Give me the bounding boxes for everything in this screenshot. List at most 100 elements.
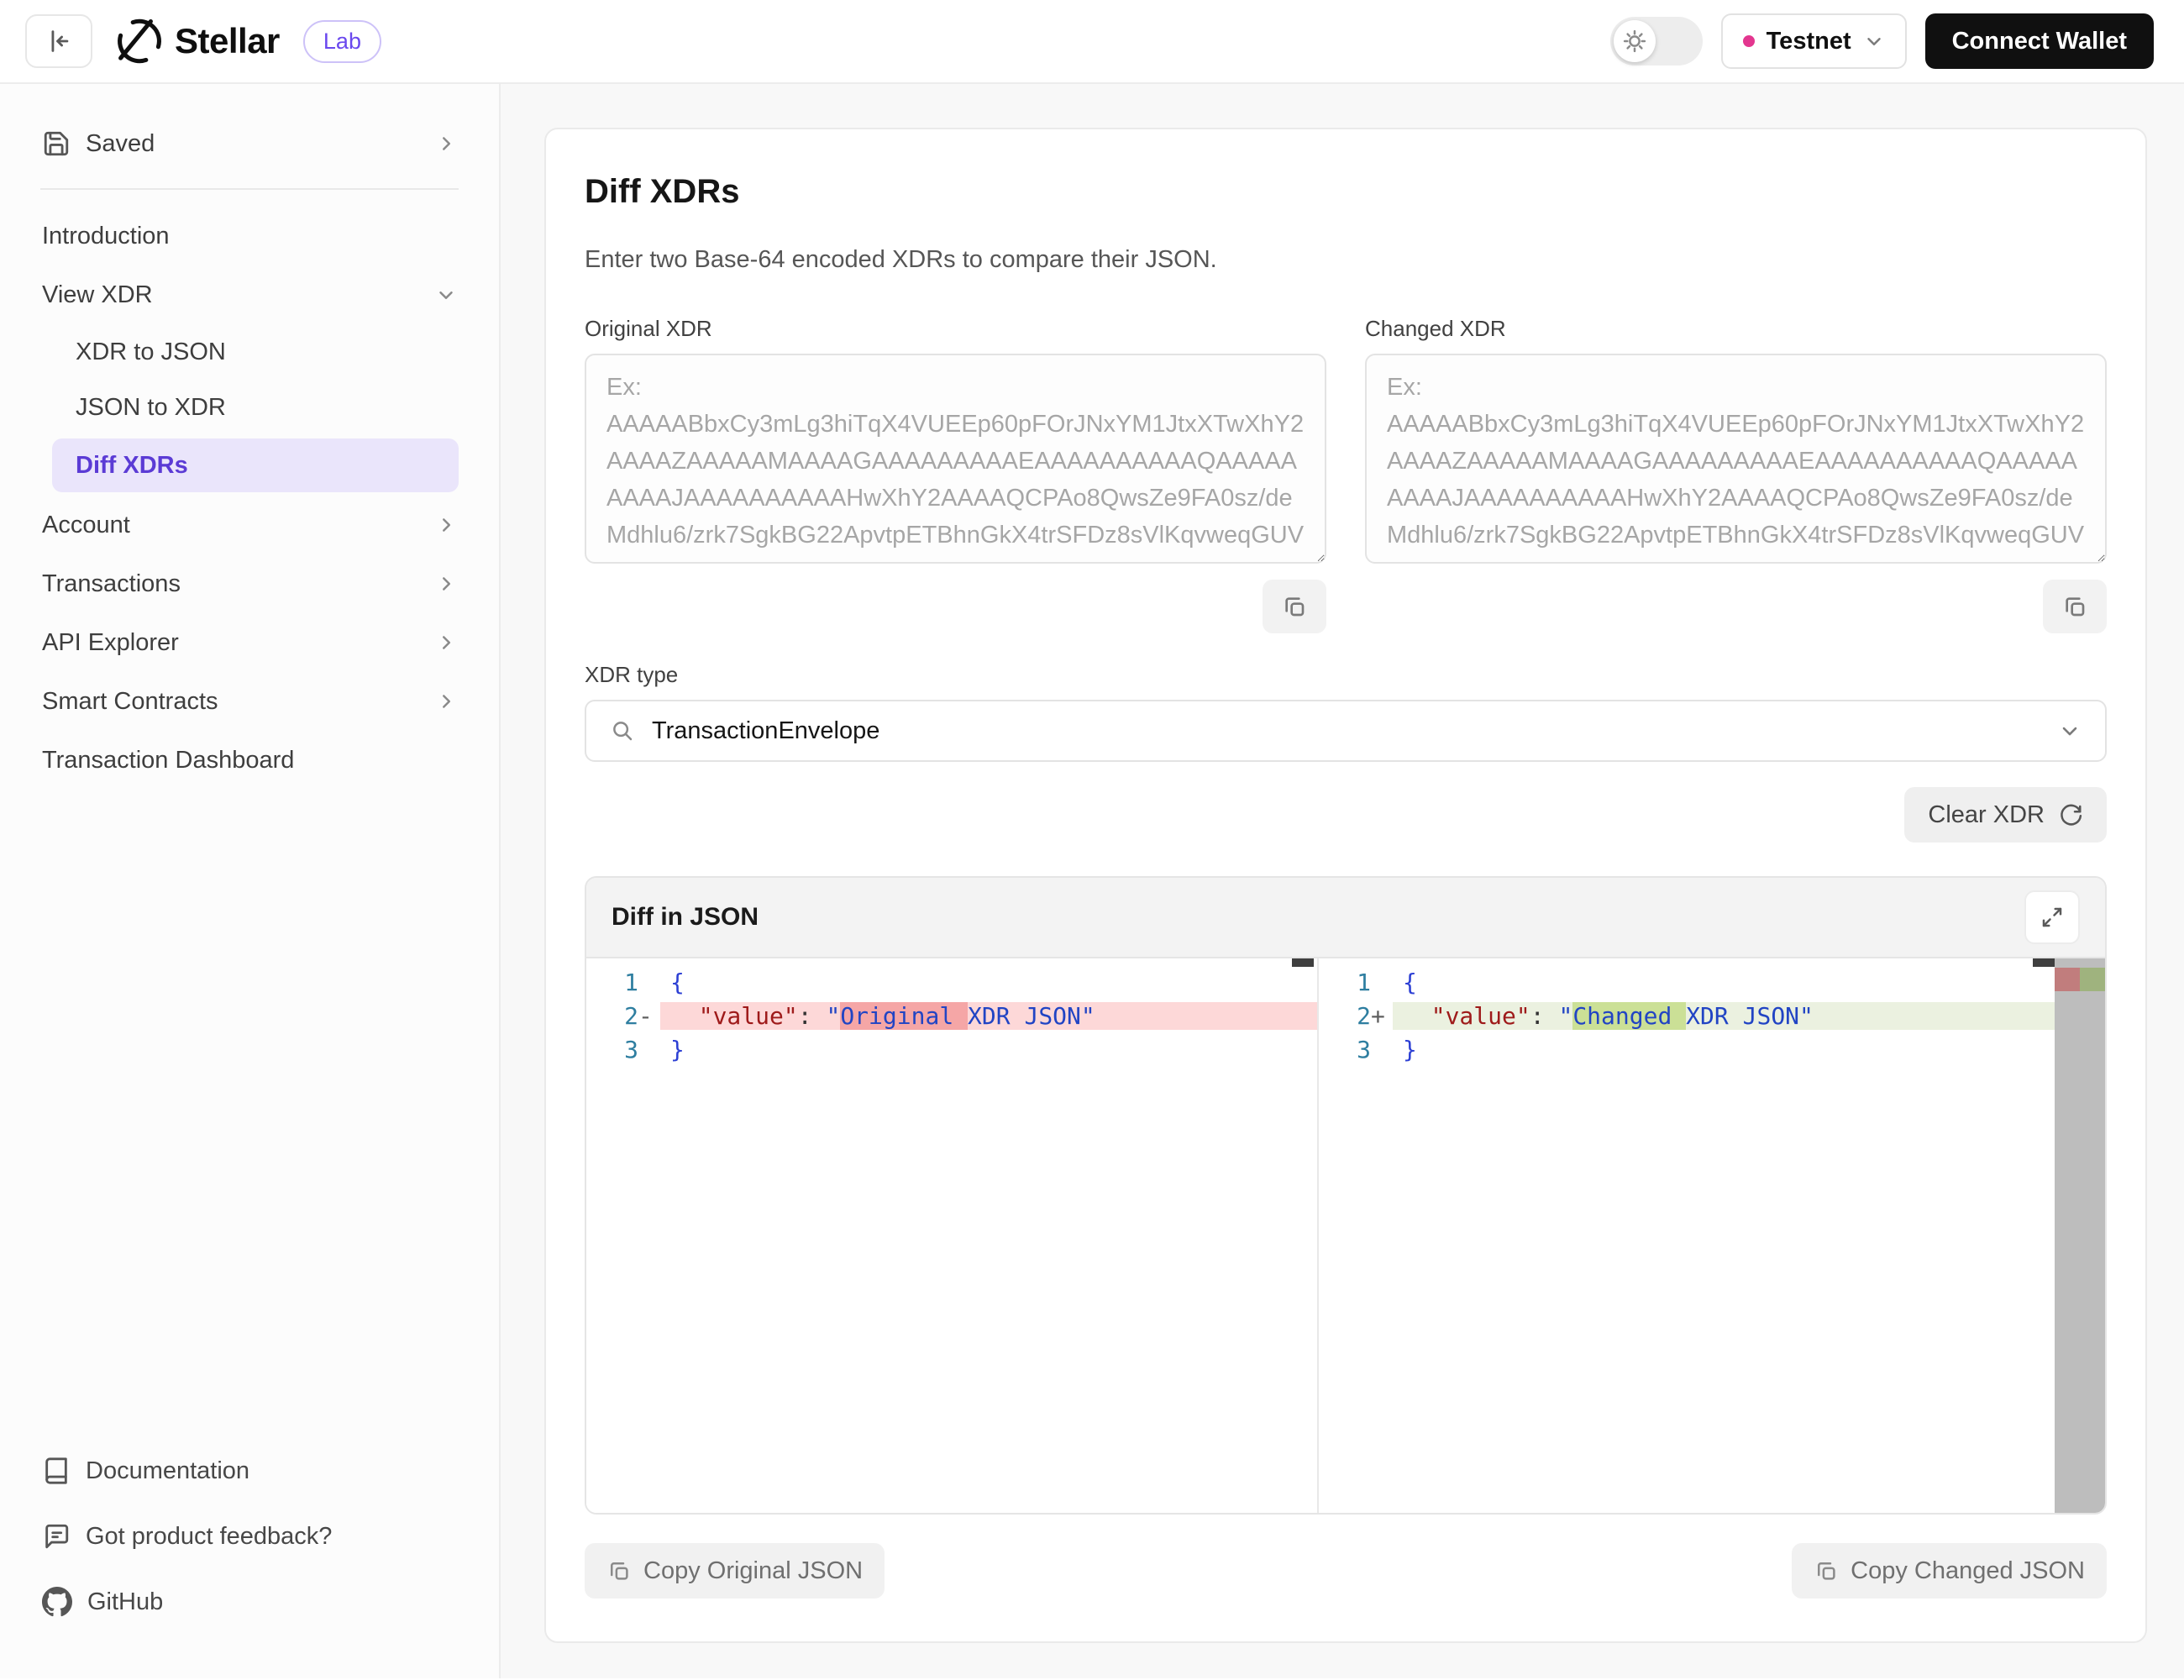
theme-toggle[interactable] xyxy=(1610,17,1703,66)
diff-pane-original: 1 { 2- "value": "Original XDR JSON" 3 } xyxy=(586,958,1319,1513)
sidebar-item-label: Transactions xyxy=(42,570,181,598)
stellar-logo[interactable]: Stellar xyxy=(116,18,280,65)
diff-line-added: 2+ "value": "Changed XDR JSON" xyxy=(1319,999,2055,1032)
expand-diff-button[interactable] xyxy=(2024,890,2080,944)
scrollbar-thumb[interactable] xyxy=(1292,958,1314,967)
sidebar-item-label: Smart Contracts xyxy=(42,688,218,716)
chevron-right-icon xyxy=(435,690,457,712)
scrollbar-thumb[interactable] xyxy=(2033,958,2055,967)
collapse-sidebar-icon xyxy=(45,27,73,55)
stellar-logo-icon xyxy=(116,18,163,65)
sidebar: Saved Introduction View XDR XDR to JSON xyxy=(0,84,501,1678)
sidebar-item-label: GitHub xyxy=(87,1588,163,1616)
sidebar-item-diff-xdrs[interactable]: Diff XDRs xyxy=(52,438,459,492)
copy-changed-xdr-button[interactable] xyxy=(2043,580,2107,633)
copy-original-xdr-button[interactable] xyxy=(1263,580,1326,633)
sidebar-item-view-xdr[interactable]: View XDR xyxy=(0,265,499,324)
logo-text: Stellar xyxy=(175,21,280,61)
refresh-icon xyxy=(2058,802,2083,827)
sidebar-item-transaction-dashboard[interactable]: Transaction Dashboard xyxy=(0,731,499,790)
sidebar-item-label: Introduction xyxy=(42,223,170,250)
sidebar-item-account[interactable]: Account xyxy=(0,496,499,554)
sidebar-item-label: XDR to JSON xyxy=(76,339,226,366)
connect-wallet-button[interactable]: Connect Wallet xyxy=(1925,13,2154,69)
diff-line: 1 { xyxy=(1319,965,2055,999)
copy-icon xyxy=(1814,1558,1839,1583)
page-title: Diff XDRs xyxy=(585,173,2107,211)
expand-icon xyxy=(2040,905,2065,930)
sidebar-item-label: Documentation xyxy=(86,1457,249,1485)
save-icon xyxy=(42,129,71,158)
copy-original-json-button[interactable]: Copy Original JSON xyxy=(585,1543,885,1599)
diff-line: 1 { xyxy=(586,965,1317,999)
sidebar-item-xdr-to-json[interactable]: XDR to JSON xyxy=(0,324,499,380)
copy-icon xyxy=(1281,593,1308,620)
changed-xdr-label: Changed XDR xyxy=(1365,316,2107,342)
diff-json-panel: Diff in JSON 1 xyxy=(585,876,2107,1515)
xdr-type-select[interactable]: TransactionEnvelope xyxy=(585,700,2107,762)
feedback-bubble-icon xyxy=(42,1522,71,1551)
diff-panel-title: Diff in JSON xyxy=(612,903,759,932)
sidebar-item-label: Saved xyxy=(86,130,155,158)
search-icon xyxy=(610,718,635,743)
changed-xdr-input[interactable] xyxy=(1365,354,2107,564)
collapse-sidebar-button[interactable] xyxy=(25,14,92,68)
app-header: Stellar Lab Testnet Connect Wallet xyxy=(0,0,2184,84)
network-selector[interactable]: Testnet xyxy=(1721,13,1907,69)
sidebar-item-feedback[interactable]: Got product feedback? xyxy=(0,1507,499,1566)
network-status-dot xyxy=(1743,35,1755,47)
chevron-right-icon xyxy=(435,514,457,536)
sidebar-item-transactions[interactable]: Transactions xyxy=(0,554,499,613)
sidebar-item-api-explorer[interactable]: API Explorer xyxy=(0,613,499,672)
diff-line: 3 } xyxy=(1319,1032,2055,1066)
sidebar-item-smart-contracts[interactable]: Smart Contracts xyxy=(0,672,499,731)
sidebar-item-label: API Explorer xyxy=(42,629,179,657)
sidebar-item-label: Got product feedback? xyxy=(86,1523,332,1551)
sidebar-item-label: Diff XDRs xyxy=(76,452,188,480)
diff-line-removed: 2- "value": "Original XDR JSON" xyxy=(586,999,1317,1032)
copy-icon xyxy=(2061,593,2088,620)
chevron-right-icon xyxy=(435,133,457,155)
copy-icon xyxy=(606,1558,632,1583)
diff-pane-changed: 1 { 2+ "value": "Changed XDR JSON" 3 } xyxy=(1319,958,2055,1513)
sidebar-item-label: JSON to XDR xyxy=(76,394,226,422)
chevron-right-icon xyxy=(435,632,457,654)
overview-removed-marker xyxy=(2055,968,2080,991)
sidebar-divider xyxy=(40,188,459,190)
diff-viewer: 1 { 2- "value": "Original XDR JSON" 3 } xyxy=(586,958,2105,1513)
sidebar-item-documentation[interactable]: Documentation xyxy=(0,1441,499,1500)
clear-xdr-label: Clear XDR xyxy=(1928,801,2045,829)
book-icon xyxy=(42,1457,71,1485)
github-icon xyxy=(42,1587,72,1617)
page-description: Enter two Base-64 encoded XDRs to compar… xyxy=(585,246,2107,274)
sidebar-item-label: Transaction Dashboard xyxy=(42,747,294,774)
sidebar-item-introduction[interactable]: Introduction xyxy=(0,207,499,265)
copy-changed-json-label: Copy Changed JSON xyxy=(1851,1557,2085,1585)
sidebar-item-saved[interactable]: Saved xyxy=(0,114,499,173)
sidebar-item-github[interactable]: GitHub xyxy=(0,1572,499,1631)
chevron-right-icon xyxy=(435,573,457,595)
lab-badge: Lab xyxy=(303,20,381,63)
diff-overview-ruler[interactable] xyxy=(2055,958,2105,1513)
xdr-type-label: XDR type xyxy=(585,662,2107,688)
chevron-down-icon xyxy=(435,284,457,306)
original-xdr-input[interactable] xyxy=(585,354,1326,564)
overview-added-marker xyxy=(2080,968,2105,991)
sidebar-item-label: Account xyxy=(42,512,130,539)
diff-xdrs-card: Diff XDRs Enter two Base-64 encoded XDRs… xyxy=(544,128,2147,1643)
chevron-down-icon xyxy=(1863,30,1885,52)
theme-toggle-knob xyxy=(1614,20,1656,62)
diff-line: 3 } xyxy=(586,1032,1317,1066)
main-area: Diff XDRs Enter two Base-64 encoded XDRs… xyxy=(501,84,2184,1678)
sidebar-item-label: View XDR xyxy=(42,281,153,309)
network-label: Testnet xyxy=(1767,28,1851,55)
copy-original-json-label: Copy Original JSON xyxy=(643,1557,863,1585)
sun-icon xyxy=(1622,29,1647,54)
original-xdr-label: Original XDR xyxy=(585,316,1326,342)
sidebar-footer: Documentation Got product feedback? G xyxy=(0,1441,499,1631)
clear-xdr-button[interactable]: Clear XDR xyxy=(1904,787,2107,843)
xdr-type-value: TransactionEnvelope xyxy=(652,717,2041,745)
chevron-down-icon xyxy=(2058,719,2082,743)
copy-changed-json-button[interactable]: Copy Changed JSON xyxy=(1792,1543,2107,1599)
sidebar-item-json-to-xdr[interactable]: JSON to XDR xyxy=(0,380,499,435)
